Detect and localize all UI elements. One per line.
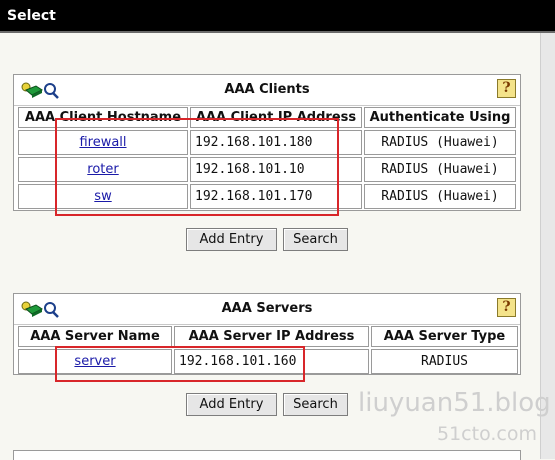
- column-header-server-ip[interactable]: AAA Server IP Address: [174, 326, 369, 347]
- aaa-clients-title: AAA Clients: [224, 82, 310, 97]
- auth-cell: RADIUS (Huawei): [364, 184, 516, 209]
- table-header-row: AAA Server Name AAA Server IP Address AA…: [18, 326, 518, 347]
- watermark-blog: liuyuan51.blog: [358, 388, 551, 418]
- help-icon[interactable]: ?: [497, 79, 516, 98]
- window-title: Select: [7, 8, 56, 24]
- add-client-button[interactable]: Add Entry: [186, 228, 277, 251]
- column-header-server-name[interactable]: AAA Server Name: [18, 326, 172, 347]
- search-clients-button[interactable]: Search: [283, 228, 348, 251]
- auth-cell: RADIUS (Huawei): [364, 157, 516, 182]
- aaa-clients-header: AAA Clients ?: [14, 75, 520, 106]
- title-bar: Select: [0, 0, 555, 33]
- search-servers-button[interactable]: Search: [283, 393, 348, 416]
- auth-cell: RADIUS (Huawei): [364, 130, 516, 155]
- annotation-box-server: [55, 346, 305, 382]
- column-header-server-type[interactable]: AAA Server Type: [371, 326, 518, 347]
- aaa-servers-header: AAA Servers ?: [14, 294, 520, 325]
- aaa-servers-title: AAA Servers: [221, 301, 313, 316]
- server-type-cell: RADIUS: [371, 349, 518, 374]
- watermark-site: 51cto.com: [437, 423, 537, 445]
- column-header-auth[interactable]: Authenticate Using: [364, 107, 516, 128]
- add-server-button[interactable]: Add Entry: [186, 393, 277, 416]
- annotation-box-clients: [55, 118, 339, 216]
- help-icon[interactable]: ?: [497, 298, 516, 317]
